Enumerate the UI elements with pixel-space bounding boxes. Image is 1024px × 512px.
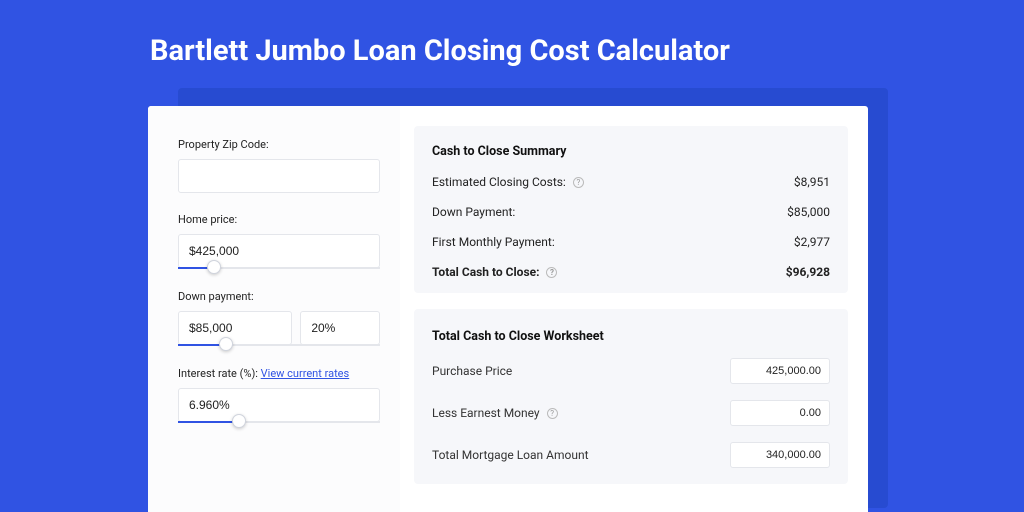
down-payment-field-group: Down payment: [178, 290, 380, 347]
slider-thumb[interactable] [207, 260, 221, 274]
down-payment-input[interactable] [178, 311, 292, 345]
summary-box: Cash to Close Summary Estimated Closing … [414, 126, 848, 293]
summary-value: $85,000 [787, 205, 830, 219]
worksheet-label: Purchase Price [432, 364, 512, 378]
summary-title: Cash to Close Summary [432, 144, 830, 159]
interest-input[interactable] [178, 388, 380, 422]
slider-thumb[interactable] [219, 337, 233, 351]
help-icon[interactable]: ? [547, 408, 558, 419]
summary-row-closing-costs: Estimated Closing Costs: ? $8,951 [432, 175, 830, 189]
down-payment-pct-input[interactable] [300, 311, 380, 345]
interest-label: Interest rate (%): View current rates [178, 367, 380, 380]
worksheet-input-earnest-money[interactable] [730, 400, 830, 426]
help-icon[interactable]: ? [546, 267, 557, 278]
summary-label: First Monthly Payment: [432, 235, 555, 249]
interest-slider[interactable] [178, 422, 380, 424]
worksheet-row-earnest-money: Less Earnest Money ? [414, 400, 848, 442]
slider-thumb[interactable] [232, 414, 246, 428]
summary-value: $2,977 [794, 235, 830, 249]
summary-total-value: $96,928 [786, 265, 830, 279]
zip-label: Property Zip Code: [178, 138, 380, 151]
interest-field-group: Interest rate (%): View current rates [178, 367, 380, 424]
home-price-label: Home price: [178, 213, 380, 226]
interest-label-text: Interest rate (%): [178, 367, 258, 380]
input-panel: Property Zip Code: Home price: Down paym… [148, 106, 400, 512]
worksheet-title: Total Cash to Close Worksheet [414, 325, 848, 358]
view-rates-link[interactable]: View current rates [261, 367, 350, 380]
worksheet-row-mortgage-amount: Total Mortgage Loan Amount [414, 442, 848, 484]
calculator-card: Property Zip Code: Home price: Down paym… [148, 106, 868, 512]
summary-label: Estimated Closing Costs: [432, 175, 566, 189]
worksheet-box: Total Cash to Close Worksheet Purchase P… [414, 309, 848, 484]
summary-label: Down Payment: [432, 205, 515, 219]
home-price-field-group: Home price: [178, 213, 380, 270]
home-price-slider[interactable] [178, 268, 380, 270]
summary-row-down-payment: Down Payment: $85,000 [432, 205, 830, 219]
help-icon[interactable]: ? [573, 177, 584, 188]
summary-row-first-payment: First Monthly Payment: $2,977 [432, 235, 830, 249]
worksheet-row-purchase-price: Purchase Price [414, 358, 848, 400]
worksheet-input-purchase-price[interactable] [730, 358, 830, 384]
zip-field-group: Property Zip Code: [178, 138, 380, 193]
page-title: Bartlett Jumbo Loan Closing Cost Calcula… [0, 0, 1024, 68]
zip-input[interactable] [178, 159, 380, 193]
summary-row-total: Total Cash to Close: ? $96,928 [432, 265, 830, 279]
worksheet-label: Total Mortgage Loan Amount [432, 448, 589, 462]
worksheet-label: Less Earnest Money [432, 406, 540, 420]
summary-value: $8,951 [794, 175, 830, 189]
worksheet-input-mortgage-amount[interactable] [730, 442, 830, 468]
down-payment-label: Down payment: [178, 290, 380, 303]
summary-total-label: Total Cash to Close: [432, 265, 539, 279]
results-panel: Cash to Close Summary Estimated Closing … [400, 106, 868, 512]
down-payment-slider[interactable] [178, 345, 380, 347]
